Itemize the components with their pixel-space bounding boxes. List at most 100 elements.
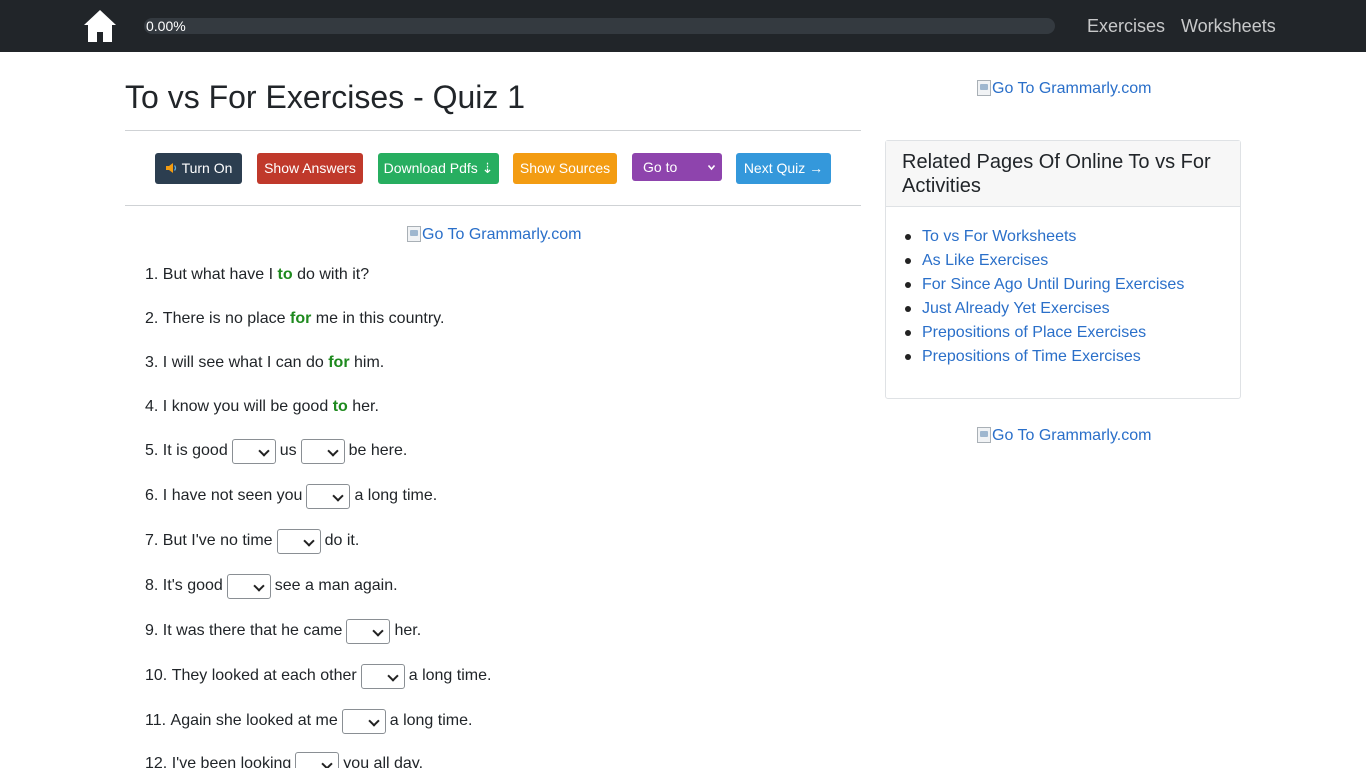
next-quiz-button[interactable]: Next Quiz → — [736, 153, 831, 184]
related-pages-list: To vs For Worksheets As Like Exercises F… — [886, 207, 1240, 369]
related-link[interactable]: Just Already Yet Exercises — [922, 300, 1110, 317]
question-number: 12. — [145, 755, 168, 768]
question-text: There is no place — [162, 310, 286, 327]
nav-link-exercises[interactable]: Exercises — [1087, 16, 1165, 36]
answer-text: to — [332, 398, 348, 415]
question-row: 5. It is good us be here. — [145, 438, 407, 464]
question-row: 7. But I've no time do it. — [145, 528, 359, 554]
question-text: him. — [354, 354, 385, 371]
home-icon[interactable] — [82, 8, 118, 44]
show-answers-button[interactable]: Show Answers — [257, 153, 363, 184]
grammarly-ad-link[interactable]: Go To Grammarly.com — [407, 226, 581, 244]
question-number: 4. — [145, 398, 159, 415]
related-pages-card: Related Pages Of Online To vs For Activi… — [885, 140, 1241, 399]
broken-image-icon — [977, 80, 991, 96]
question-text: It's good — [162, 577, 223, 594]
question-text: But I've no time — [162, 532, 273, 549]
question-text: her. — [352, 398, 379, 415]
show-sources-button[interactable]: Show Sources — [513, 153, 617, 184]
question-number: 1. — [145, 266, 159, 283]
answer-select[interactable] — [360, 663, 405, 689]
question-row: 6. I have not seen you a long time. — [145, 483, 437, 509]
ad-alt-text: Go To Grammarly.com — [992, 80, 1152, 97]
list-item: As Like Exercises — [905, 249, 1240, 273]
question-text: do with it? — [297, 266, 370, 283]
question-text: me in this country. — [315, 310, 445, 327]
answer-text: to — [277, 266, 293, 283]
question-text: a long time. — [389, 712, 473, 729]
related-link[interactable]: To vs For Worksheets — [922, 228, 1076, 245]
question-text: It was there that he came — [162, 622, 343, 639]
question-text: us — [279, 442, 297, 459]
question-row: 8. It's good see a man again. — [145, 573, 398, 599]
question-row: 3. I will see what I can do for him. — [145, 352, 384, 374]
question-number: 2. — [145, 310, 159, 327]
list-item: Just Already Yet Exercises — [905, 297, 1240, 321]
turn-on-button[interactable]: Turn On — [155, 153, 242, 184]
question-row: 9. It was there that he came her. — [145, 618, 421, 644]
grammarly-ad-link[interactable]: Go To Grammarly.com — [977, 427, 1151, 445]
grammarly-ad-link[interactable]: Go To Grammarly.com — [977, 80, 1151, 98]
answer-select[interactable] — [295, 751, 340, 768]
question-text: her. — [394, 622, 422, 639]
download-pdfs-button[interactable]: Download Pdfs ⇣ — [378, 153, 499, 184]
question-text: It is good — [162, 442, 228, 459]
question-number: 11. — [145, 712, 167, 729]
answer-select[interactable] — [226, 573, 271, 599]
answer-select[interactable] — [306, 483, 351, 509]
question-row: 2. There is no place for me in this coun… — [145, 308, 444, 330]
question-number: 7. — [145, 532, 159, 549]
question-text: see a man again. — [274, 577, 398, 594]
question-text: I will see what I can do — [162, 354, 324, 371]
answer-select[interactable] — [300, 438, 345, 464]
answer-text: for — [289, 310, 312, 327]
goto-label: Go to — [643, 159, 678, 175]
question-row: 11. Again she looked at me a long time. — [145, 708, 472, 734]
related-link[interactable]: Prepositions of Place Exercises — [922, 324, 1146, 341]
question-row: 4. I know you will be good to her. — [145, 396, 379, 418]
question-text: do it. — [324, 532, 360, 549]
broken-image-icon — [977, 427, 991, 443]
related-link[interactable]: As Like Exercises — [922, 252, 1048, 269]
ad-alt-text: Go To Grammarly.com — [992, 427, 1152, 444]
question-number: 3. — [145, 354, 159, 371]
turn-on-label: Turn On — [181, 160, 233, 176]
ad-alt-text: Go To Grammarly.com — [422, 226, 582, 243]
question-number: 5. — [145, 442, 159, 459]
answer-select[interactable] — [231, 438, 276, 464]
chevron-down-icon — [708, 164, 715, 171]
divider — [125, 130, 861, 131]
question-number: 10. — [145, 667, 168, 684]
answer-select[interactable] — [276, 528, 321, 554]
question-text: you all day. — [343, 755, 424, 768]
broken-image-icon — [407, 226, 421, 242]
answer-text: for — [328, 354, 350, 371]
goto-select[interactable]: Go to — [632, 153, 722, 181]
answer-select[interactable] — [341, 708, 386, 734]
question-text: I have not seen you — [162, 487, 303, 504]
related-link[interactable]: Prepositions of Time Exercises — [922, 348, 1141, 365]
nav-link-worksheets[interactable]: Worksheets — [1181, 16, 1276, 36]
question-row: 12. I've been looking you all day. — [145, 751, 423, 768]
list-item: For Since Ago Until During Exercises — [905, 273, 1240, 297]
progress-bar — [144, 18, 1055, 34]
related-link[interactable]: For Since Ago Until During Exercises — [922, 276, 1184, 293]
question-row: 1. But what have I to do with it? — [145, 264, 369, 286]
question-text: I know you will be good — [162, 398, 329, 415]
question-text: I've been looking — [171, 755, 292, 768]
speaker-icon — [165, 163, 176, 173]
question-text: a long time. — [354, 487, 438, 504]
question-text: They looked at each other — [171, 667, 357, 684]
question-text: Again she looked at me — [170, 712, 338, 729]
list-item: To vs For Worksheets — [905, 225, 1240, 249]
related-pages-title: Related Pages Of Online To vs For Activi… — [886, 141, 1240, 207]
question-text: be here. — [348, 442, 408, 459]
question-text: But what have I — [162, 266, 274, 283]
divider — [125, 205, 861, 206]
question-text: a long time. — [408, 667, 492, 684]
question-row: 10. They looked at each other a long tim… — [145, 663, 491, 689]
list-item: Prepositions of Place Exercises — [905, 321, 1240, 345]
answer-select[interactable] — [346, 618, 391, 644]
question-number: 8. — [145, 577, 159, 594]
navbar: 0.00% Exercises Worksheets — [0, 0, 1366, 52]
